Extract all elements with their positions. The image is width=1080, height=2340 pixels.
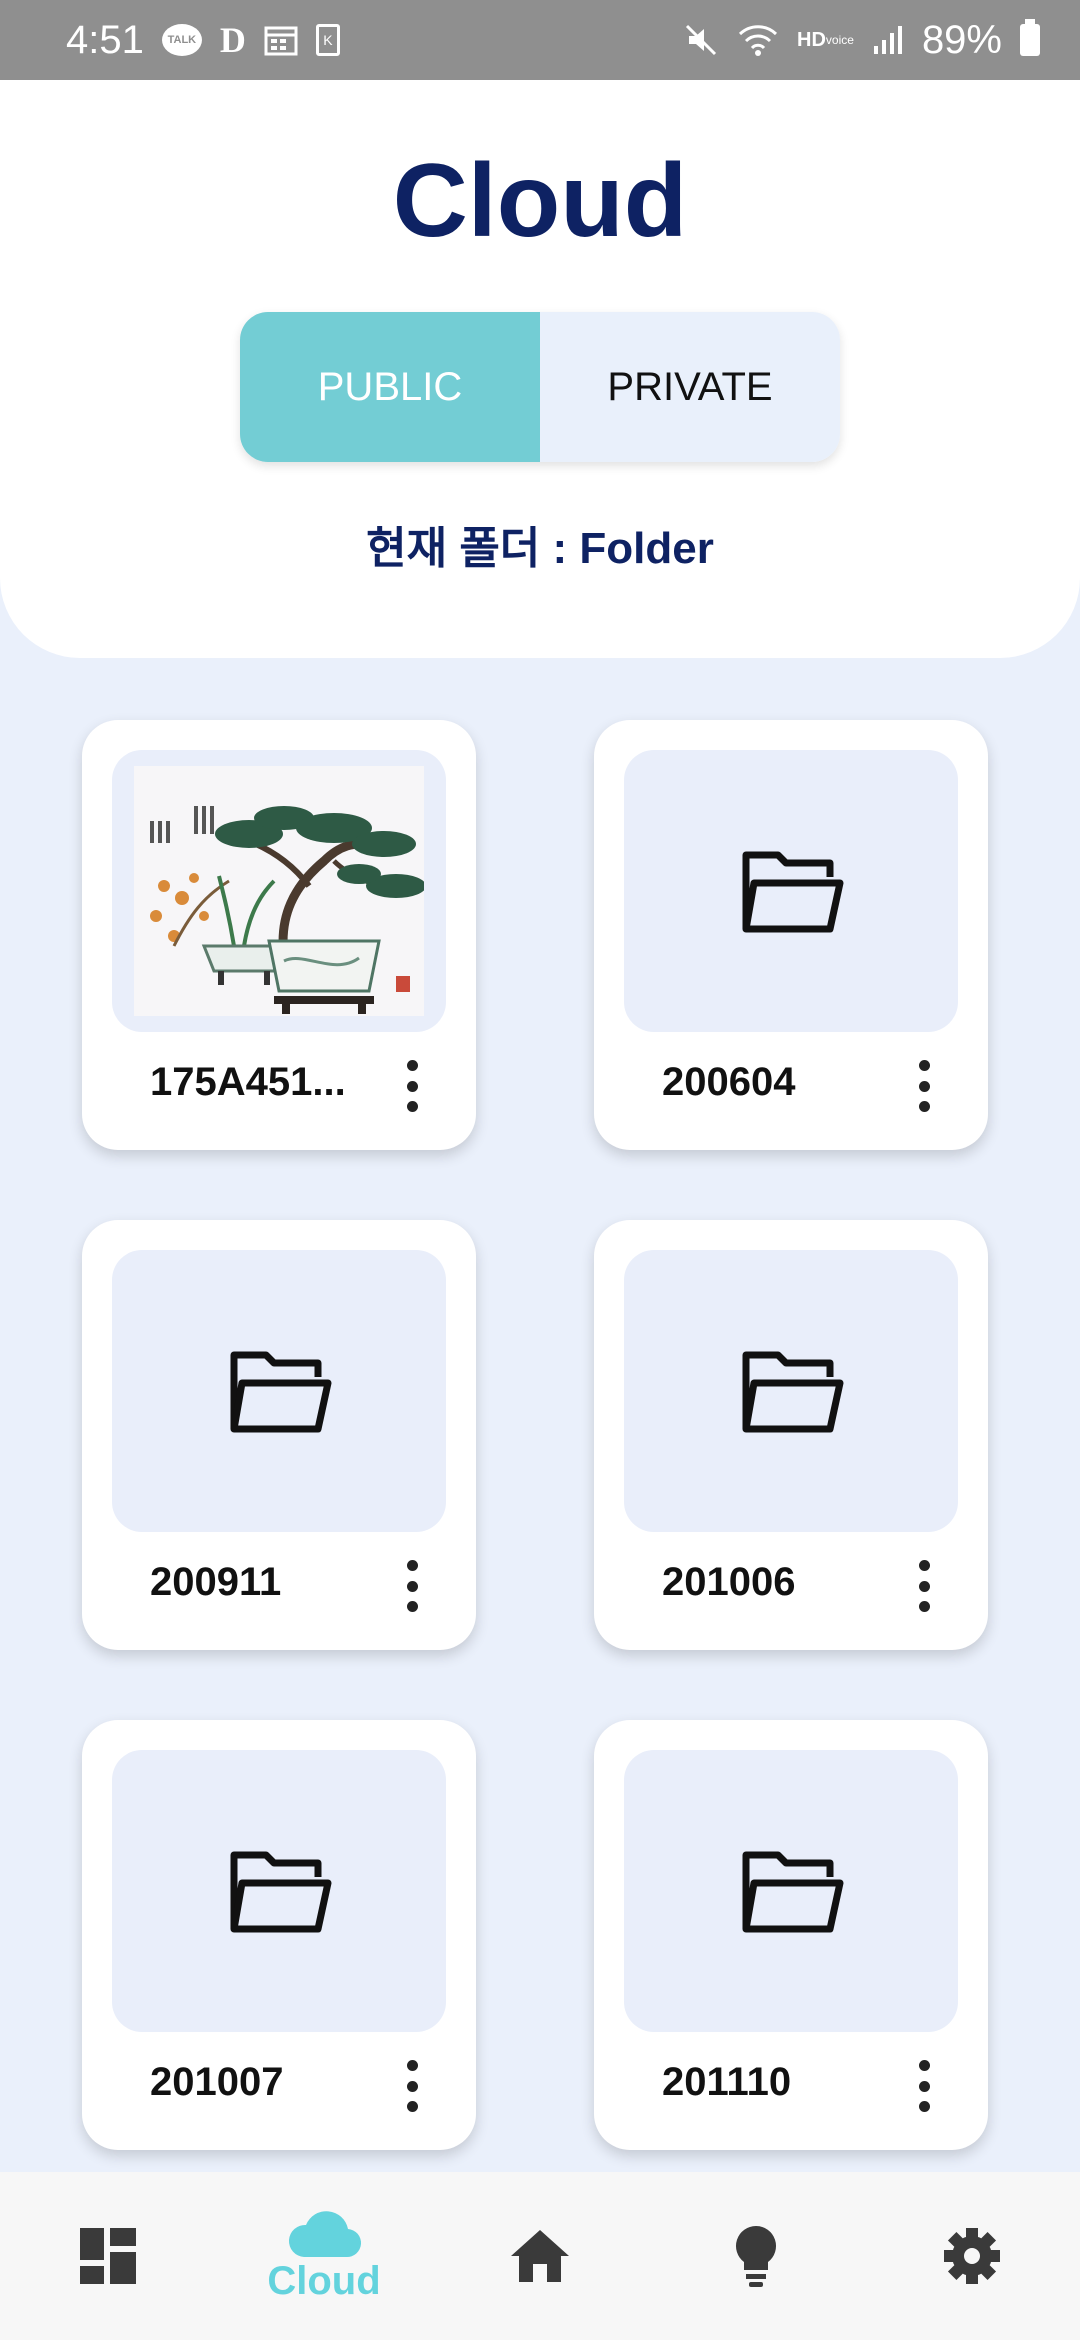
tab-public[interactable]: PUBLIC [240,312,540,462]
hd-voice-icon: HD voice [797,29,854,51]
page-title: Cloud [392,143,688,259]
folder-name: 201007 [150,2060,284,2104]
folder-card[interactable]: 201006 [594,1220,988,1650]
folder-open-icon [742,851,844,933]
cloud-icon [288,2210,362,2257]
folder-thumbnail[interactable] [112,1750,446,2032]
home-icon [511,2230,569,2282]
nav-cloud[interactable]: Cloud [234,2172,414,2340]
more-options-icon[interactable] [904,1056,944,1116]
status-bar: 4:51 TALK D K HD voice 89% [0,0,1080,80]
battery-icon [1020,19,1040,56]
d-app-icon: D [219,20,246,60]
folder-name: 200604 [662,1060,796,1104]
folder-thumbnail[interactable] [624,750,958,1032]
voice-label: voice [825,33,854,47]
bonsai-image [134,766,424,1016]
nav-dashboard[interactable] [18,2172,198,2340]
bottom-nav: Cloud [0,2172,1080,2340]
gear-icon [944,2228,1000,2284]
folder-open-icon [230,1851,332,1933]
folder-card[interactable]: 200604 [594,720,988,1150]
signal-icon [872,24,904,56]
file-card[interactable]: 175A451... [82,720,476,1150]
kakaotalk-icon: TALK [161,24,202,56]
talk-label: TALK [161,24,202,56]
folder-thumbnail[interactable] [624,1250,958,1532]
nav-home[interactable] [450,2172,630,2340]
nav-cloud-label: Cloud [267,2258,381,2303]
folder-name: 200911 [150,1560,282,1604]
mute-icon [683,22,719,58]
calendar-icon [264,24,298,56]
lightbulb-icon [736,2226,776,2287]
nav-ideas[interactable] [666,2172,846,2340]
battery-percent: 89% [921,17,1002,62]
folder-thumbnail[interactable] [624,1750,958,2032]
folder-card[interactable]: 201110 [594,1720,988,2150]
more-options-icon[interactable] [392,1056,432,1116]
more-options-icon[interactable] [392,1556,432,1616]
more-options-icon[interactable] [904,1556,944,1616]
header-panel: Cloud PUBLIC PRIVATE 현재 폴더 : Folder [0,80,1080,658]
file-name: 175A451... [150,1060,346,1104]
folder-card[interactable]: 201007 [82,1720,476,2150]
more-options-icon[interactable] [904,2056,944,2116]
current-folder-label: 현재 폴더 : Folder [366,524,714,573]
wifi-icon [737,22,779,58]
visibility-toggle: PUBLIC PRIVATE [240,312,840,462]
image-thumbnail[interactable] [112,750,446,1032]
tab-private[interactable]: PRIVATE [540,312,840,462]
dashboard-icon [80,2228,136,2284]
folder-open-icon [742,1351,844,1433]
folder-name: 201006 [662,1560,796,1604]
folder-open-icon [230,1351,332,1433]
status-time: 4:51 [66,17,144,62]
nav-settings[interactable] [882,2172,1062,2340]
hd-label: HD [797,29,826,51]
folder-open-icon [742,1851,844,1933]
k-app-icon: K [315,24,340,56]
folder-thumbnail[interactable] [112,1250,446,1532]
more-options-icon[interactable] [392,2056,432,2116]
folder-name: 201110 [662,2060,792,2104]
folder-card[interactable]: 200911 [82,1220,476,1650]
file-grid: 175A451... 200604 200911 201006 201007 2… [82,720,988,2150]
